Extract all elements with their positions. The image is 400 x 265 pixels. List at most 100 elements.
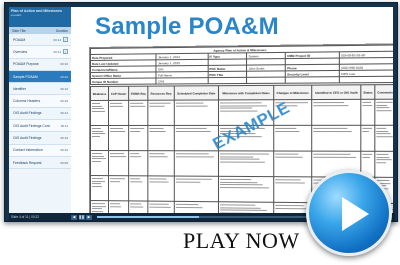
text-line — [130, 155, 141, 157]
sidebar-item[interactable]: Columns Headers 00:15 — [9, 95, 71, 108]
table-cell — [90, 175, 109, 201]
text-line — [376, 130, 389, 132]
sidebar-item[interactable]: Identifier 00:10 — [9, 83, 71, 96]
sidebar-item[interactable]: Feedback Request 00:06 — [9, 157, 71, 170]
sidebar-item-duration: 00:10 — [60, 136, 68, 141]
sidebar-item[interactable]: Contact Information 00:10 — [9, 144, 71, 157]
previous-icon[interactable]: ◀ — [71, 214, 77, 220]
table-cell — [311, 125, 362, 152]
table-cell — [173, 150, 219, 177]
text-line — [149, 105, 165, 107]
column-header: Resources Req — [148, 85, 174, 101]
progress-fill — [96, 216, 200, 218]
sidebar-item-meta: 00:12 — [60, 111, 68, 115]
text-line — [149, 155, 168, 158]
column-header: Scheduled Completion Date — [173, 85, 219, 101]
table-cell — [361, 125, 375, 152]
sidebar-item[interactable]: OIG Audit Findings Cont. 00:11 — [9, 120, 71, 133]
text-line — [149, 128, 164, 130]
text-line — [376, 107, 390, 109]
text-line — [110, 103, 122, 105]
screenshot: Plan of Action and Milestones e-Learn Sl… — [0, 0, 400, 265]
column-header: CAP Owner — [108, 86, 129, 101]
sidebar-item-duration: 00:12 — [60, 111, 68, 116]
column-slide-title: Slide Title — [12, 28, 26, 33]
sidebar-item-label: Identifier — [13, 86, 27, 91]
sidebar-item-label: POA&M — [13, 37, 26, 42]
sidebar-item-duration: 00:06 — [60, 160, 68, 165]
text-line — [220, 184, 264, 186]
table-cell — [218, 201, 274, 213]
table-cell — [128, 150, 149, 176]
text-line — [376, 128, 387, 130]
text-line — [220, 209, 267, 212]
column-header: Status — [361, 84, 375, 100]
text-line — [91, 128, 102, 130]
text-line — [220, 105, 268, 107]
sidebar-item[interactable]: OIG Audit Findings 00:10 — [9, 132, 71, 145]
text-line — [175, 105, 208, 107]
header-cell — [207, 77, 247, 84]
sidebar-item-meta: 00:11 — [61, 124, 68, 128]
document-header-row: Unique ID Number CNS — [90, 76, 393, 85]
table-cell — [374, 99, 393, 126]
text-line — [91, 133, 105, 135]
text-line — [91, 155, 105, 157]
text-line — [110, 203, 120, 205]
sidebar-item[interactable]: OIG Audit Findings 00:12 — [9, 108, 71, 121]
column-header: Comments — [374, 84, 393, 100]
text-line — [149, 181, 170, 183]
sidebar-item-meta: 00:14 ✓ — [53, 49, 68, 55]
text-line — [91, 103, 101, 105]
text-line — [130, 206, 144, 208]
text-line — [130, 181, 143, 183]
text-line — [376, 161, 387, 163]
header-cell — [339, 76, 393, 83]
text-line — [376, 133, 391, 135]
text-line — [110, 130, 125, 132]
sidebar-item[interactable]: POA&M 00:14 ✓ — [9, 34, 71, 47]
sidebar-item-meta: 00:06 — [60, 161, 68, 165]
slide-counter: Slide 4 of 11 | 00:22 — [11, 215, 40, 219]
sidebar-item-duration: 00:14 — [53, 49, 61, 54]
sidebar-column-headers: Slide Title Duration — [9, 27, 71, 34]
column-header: Weakness — [90, 86, 109, 101]
play-button[interactable] — [306, 170, 392, 256]
text-line — [130, 178, 141, 180]
sidebar-item[interactable]: Overview 00:14 ✓ — [9, 46, 71, 59]
text-line — [149, 103, 171, 105]
text-line — [110, 105, 124, 107]
text-line — [313, 102, 344, 104]
play-now-label[interactable]: PLAY NOW — [183, 228, 300, 254]
table-cell — [148, 175, 174, 202]
text-line — [91, 183, 101, 185]
sidebar-item-duration: 00:14 — [53, 37, 61, 42]
text-line — [313, 104, 349, 107]
text-line — [91, 105, 102, 107]
sidebar-item-duration: 00:10 — [60, 86, 68, 91]
table-cell — [374, 151, 393, 178]
table-cell — [90, 100, 109, 126]
text-line — [91, 210, 104, 212]
table-cell — [273, 125, 312, 152]
sidebar-item-label: OIG Audit Findings — [13, 136, 42, 141]
table-cell — [148, 150, 174, 177]
text-line — [91, 205, 107, 207]
text-line — [220, 181, 258, 183]
text-line — [149, 178, 167, 180]
text-line — [313, 130, 353, 132]
column-header: Identified in CFO or OIG Audit — [311, 84, 362, 100]
next-icon[interactable]: ▶ — [86, 214, 92, 220]
sidebar-item-duration: 00:22 — [60, 74, 68, 79]
text-line — [376, 104, 388, 106]
pause-icon[interactable]: ❚❚ — [78, 214, 85, 220]
text-line — [376, 109, 392, 111]
table-cell — [218, 176, 274, 203]
text-line — [91, 180, 106, 182]
text-line — [91, 208, 102, 210]
table-cell — [273, 176, 312, 203]
sidebar-item[interactable]: Sample POA&M 00:22 — [9, 70, 71, 84]
sidebar-item-duration: 00:15 — [60, 99, 68, 104]
sidebar-item[interactable]: POA&M Purpose 00:16 — [9, 59, 71, 71]
table-cell — [128, 100, 149, 126]
